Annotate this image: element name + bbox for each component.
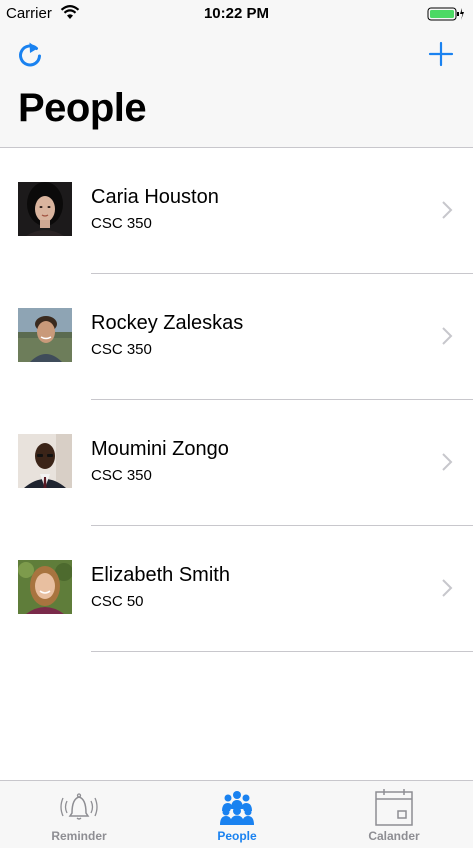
clock: 10:22 PM [203,5,270,22]
tab-label: Reminder [51,829,107,843]
plus-icon [428,41,454,67]
person-course: CSC 350 [91,341,152,358]
chevron-right-icon [442,201,453,219]
tab-reminder[interactable]: Reminder [0,781,158,848]
row-separator [91,651,473,652]
list-item[interactable]: Elizabeth Smith CSC 50 [0,526,473,652]
person-name: Moumini Zongo [91,438,229,460]
bell-icon [60,793,98,820]
avatar [18,560,72,614]
person-name: Rockey Zaleskas [91,312,244,334]
refresh-icon [19,42,41,67]
avatar [18,182,72,236]
person-course: CSC 350 [91,467,152,484]
avatar [18,434,72,488]
add-person-button[interactable] [427,40,455,68]
person-name: Elizabeth Smith [91,564,230,586]
people-icon [220,791,254,825]
person-course: CSC 350 [91,215,152,232]
avatar [18,308,72,362]
tab-label: Calander [368,829,420,843]
tab-people[interactable]: People [158,781,316,848]
navigation-bar: People [0,28,473,148]
status-bar: Carrier 10:22 PM [0,0,473,28]
list-item[interactable]: Moumini Zongo CSC 350 [0,400,473,526]
list-item[interactable]: Caria Houston CSC 350 [0,148,473,274]
tab-label: People [217,829,257,843]
list-item[interactable]: Rockey Zaleskas CSC 350 [0,274,473,400]
tab-bar: Reminder People Calander [0,780,473,848]
battery-icon [427,6,465,27]
chevron-right-icon [442,327,453,345]
chevron-right-icon [442,579,453,597]
tab-calander[interactable]: Calander [315,781,473,848]
refresh-button[interactable] [14,39,46,71]
person-course: CSC 50 [91,593,144,610]
person-name: Caria Houston [91,186,219,208]
calendar-icon [375,789,413,826]
chevron-right-icon [442,453,453,471]
page-title: People [18,86,147,130]
people-list: Caria Houston CSC 350 Rockey Zaleskas CS… [0,148,473,652]
